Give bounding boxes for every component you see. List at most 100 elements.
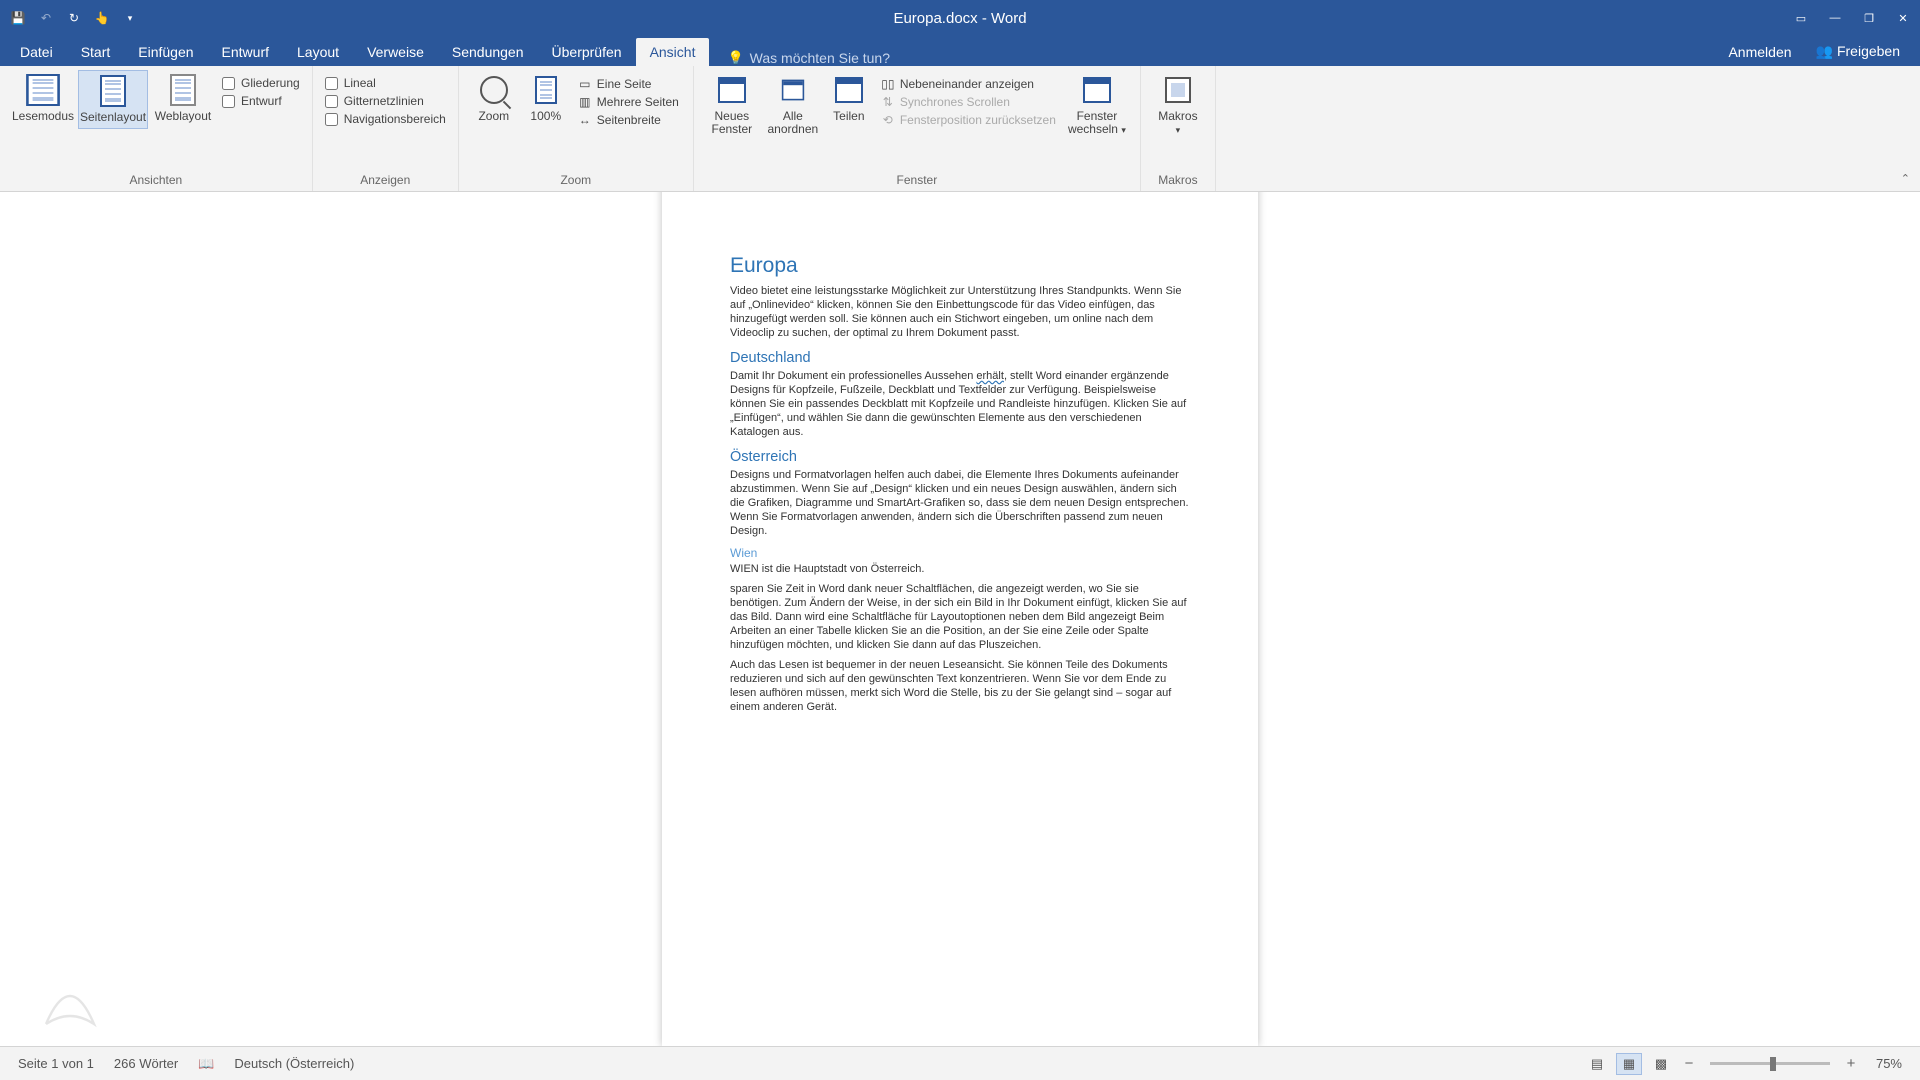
lesemodus-button[interactable]: Lesemodus <box>8 70 78 127</box>
heading-2[interactable]: Österreich <box>730 449 1190 465</box>
paragraph[interactable]: Damit Ihr Dokument ein professionelles A… <box>730 369 1190 439</box>
heading-3[interactable]: Wien <box>730 546 1190 560</box>
synchrones-scrollen-button: ⇅Synchrones Scrollen <box>878 94 1058 110</box>
redo-icon[interactable]: ↻ <box>64 8 84 28</box>
page-indicator[interactable]: Seite 1 von 1 <box>8 1056 104 1071</box>
window-title: Europa.docx - Word <box>893 10 1026 27</box>
reset-position-icon: ⟲ <box>880 113 896 127</box>
proofing-icon[interactable]: 📖 <box>188 1056 224 1072</box>
ribbon-tabs: Datei Start Einfügen Entwurf Layout Verw… <box>0 36 1920 66</box>
tab-layout[interactable]: Layout <box>283 38 353 66</box>
print-layout-view-icon[interactable]: ▦ <box>1616 1053 1642 1075</box>
makros-button[interactable]: Makros▾ <box>1149 70 1207 141</box>
close-icon[interactable]: ✕ <box>1886 4 1920 32</box>
weblayout-button[interactable]: Weblayout <box>148 70 218 127</box>
qat-dropdown-icon[interactable]: ▾ <box>120 8 140 28</box>
tab-start[interactable]: Start <box>67 38 125 66</box>
page-width-icon: ↔ <box>577 113 593 127</box>
side-by-side-icon: ▯▯ <box>880 77 896 91</box>
group-label-fenster: Fenster <box>702 171 1132 189</box>
alle-anordnen-button[interactable]: Alle anordnen <box>762 70 824 140</box>
fensterposition-button: ⟲Fensterposition zurücksetzen <box>878 112 1058 128</box>
lightbulb-icon: 💡 <box>727 50 743 66</box>
document-area[interactable]: ⟊ Europa Video bietet eine leistungsstar… <box>0 192 1920 1046</box>
group-label-anzeigen: Anzeigen <box>321 171 450 189</box>
tell-me-search[interactable]: 💡 Was möchten Sie tun? <box>709 50 890 66</box>
group-label-makros: Makros <box>1149 171 1207 189</box>
print-layout-icon <box>97 75 129 107</box>
share-icon: 👥 <box>1816 43 1833 59</box>
read-mode-view-icon[interactable]: ▤ <box>1584 1053 1610 1075</box>
zoom-button[interactable]: Zoom <box>467 70 521 127</box>
fenster-wechseln-button[interactable]: Fenster wechseln ▾ <box>1062 70 1132 141</box>
tab-ansicht[interactable]: Ansicht <box>636 38 710 66</box>
group-label-ansichten: Ansichten <box>8 171 304 189</box>
zoom-100-icon <box>530 74 562 106</box>
collapse-ribbon-icon[interactable]: ⌃ <box>1901 172 1910 185</box>
page[interactable]: ⟊ Europa Video bietet eine leistungsstar… <box>662 192 1258 1046</box>
split-icon <box>833 74 865 106</box>
seitenlayout-button[interactable]: Seitenlayout <box>78 70 148 129</box>
paragraph[interactable]: Auch das Lesen ist bequemer in der neuen… <box>730 658 1190 714</box>
seitenbreite-button[interactable]: ↔Seitenbreite <box>575 112 681 128</box>
tab-sendungen[interactable]: Sendungen <box>438 38 538 66</box>
ribbon: Lesemodus Seitenlayout Weblayout Glieder… <box>0 66 1920 192</box>
web-layout-icon <box>167 74 199 106</box>
paragraph[interactable]: WIEN ist die Hauptstadt von Österreich. <box>730 562 1190 576</box>
undo-icon[interactable]: ↶ <box>36 8 56 28</box>
new-window-icon <box>716 74 748 106</box>
signin-button[interactable]: Anmelden <box>1718 38 1801 66</box>
web-layout-view-icon[interactable]: ▩ <box>1648 1053 1674 1075</box>
language-indicator[interactable]: Deutsch (Österreich) <box>224 1056 364 1071</box>
group-makros: Makros▾ Makros <box>1141 66 1216 191</box>
tab-file[interactable]: Datei <box>6 38 67 66</box>
gliederung-checkbox[interactable]: Gliederung <box>222 76 300 90</box>
one-page-icon: ▭ <box>577 77 593 91</box>
save-icon[interactable]: 💾 <box>8 8 28 28</box>
window-controls: ▭ — ❐ ✕ <box>1784 4 1920 32</box>
neues-fenster-button[interactable]: Neues Fenster <box>702 70 762 140</box>
teilen-button[interactable]: Teilen <box>824 70 874 127</box>
group-fenster: Neues Fenster Alle anordnen Teilen ▯▯Neb… <box>694 66 1141 191</box>
zoom-slider[interactable] <box>1710 1062 1830 1065</box>
quick-access-toolbar: 💾 ↶ ↻ 👆 ▾ <box>0 8 140 28</box>
zoom-icon <box>478 74 510 106</box>
gitternetzlinien-checkbox[interactable]: Gitternetzlinien <box>325 94 446 108</box>
group-anzeigen: Lineal Gitternetzlinien Navigationsberei… <box>313 66 459 191</box>
navigationsbereich-checkbox[interactable]: Navigationsbereich <box>325 112 446 126</box>
tab-ueberpruefen[interactable]: Überprüfen <box>538 38 636 66</box>
title-bar: 💾 ↶ ↻ 👆 ▾ Europa.docx - Word ▭ — ❐ ✕ <box>0 0 1920 36</box>
tab-einfuegen[interactable]: Einfügen <box>124 38 207 66</box>
sync-scroll-icon: ⇅ <box>880 95 896 109</box>
ribbon-display-icon[interactable]: ▭ <box>1784 4 1818 32</box>
tab-entwurf[interactable]: Entwurf <box>208 38 283 66</box>
entwurf-checkbox[interactable]: Entwurf <box>222 94 300 108</box>
nebeneinander-button[interactable]: ▯▯Nebeneinander anzeigen <box>878 76 1058 92</box>
paragraph[interactable]: Video bietet eine leistungsstarke Möglic… <box>730 284 1190 340</box>
heading-2[interactable]: Deutschland <box>730 350 1190 366</box>
tab-verweise[interactable]: Verweise <box>353 38 438 66</box>
group-zoom: Zoom 100% ▭Eine Seite ▥Mehrere Seiten ↔S… <box>459 66 694 191</box>
mehrere-seiten-button[interactable]: ▥Mehrere Seiten <box>575 94 681 110</box>
zoom-in-button[interactable]: + <box>1842 1055 1860 1072</box>
minimize-icon[interactable]: — <box>1818 4 1852 32</box>
spelling-error[interactable]: erhält <box>976 370 1004 382</box>
arrange-all-icon <box>777 74 809 106</box>
group-ansichten: Lesemodus Seitenlayout Weblayout Glieder… <box>0 66 313 191</box>
lineal-checkbox[interactable]: Lineal <box>325 76 446 90</box>
zoom-out-button[interactable]: − <box>1680 1055 1698 1072</box>
chevron-down-icon: ▾ <box>1176 125 1181 135</box>
word-count[interactable]: 266 Wörter <box>104 1056 188 1071</box>
status-bar: Seite 1 von 1 266 Wörter 📖 Deutsch (Öste… <box>0 1046 1920 1080</box>
paragraph[interactable]: Designs und Formatvorlagen helfen auch d… <box>730 468 1190 538</box>
zoom-level[interactable]: 75% <box>1866 1056 1912 1071</box>
zoom-100-button[interactable]: 100% <box>521 70 571 127</box>
watermark-logo-icon <box>30 960 110 1040</box>
touch-mode-icon[interactable]: 👆 <box>92 8 112 28</box>
maximize-icon[interactable]: ❐ <box>1852 4 1886 32</box>
share-button[interactable]: 👥Freigeben <box>1806 37 1910 66</box>
heading-1[interactable]: Europa <box>730 254 1190 278</box>
chevron-down-icon: ▾ <box>1121 125 1126 135</box>
eine-seite-button[interactable]: ▭Eine Seite <box>575 76 681 92</box>
paragraph[interactable]: sparen Sie Zeit in Word dank neuer Schal… <box>730 582 1190 652</box>
